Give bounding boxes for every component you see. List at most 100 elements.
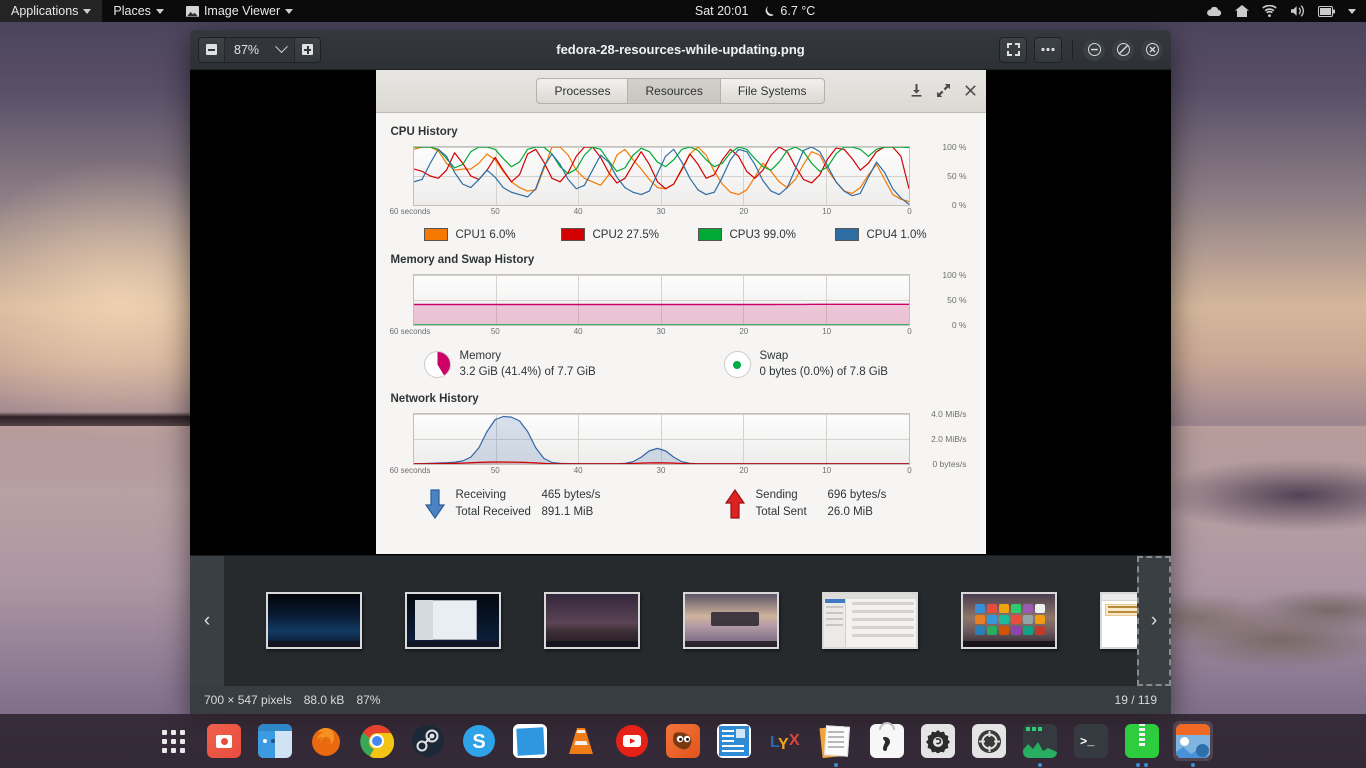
net-xtick-50: 50	[490, 466, 500, 476]
legend-label-cpu1: CPU1 6.0%	[455, 228, 516, 241]
total-received-value: 891.1 MiB	[541, 505, 594, 518]
dock-image-viewer[interactable]	[1173, 721, 1213, 767]
weather-indicator[interactable]: 6.7 °C	[756, 4, 823, 18]
dock-gimp[interactable]	[663, 721, 703, 761]
dock-system-monitor[interactable]	[1020, 721, 1060, 767]
app-grid-button[interactable]	[153, 721, 193, 761]
thumbnail-strip: ‹ ›	[190, 555, 1171, 686]
thumbnail-item-2[interactable]	[405, 592, 501, 649]
dock-software[interactable]	[867, 721, 907, 761]
volume-icon[interactable]	[1290, 5, 1305, 17]
zoom-in-button[interactable]	[294, 37, 321, 62]
thumbnail-item-1[interactable]	[266, 592, 362, 649]
dock-firefox[interactable]	[306, 721, 346, 761]
viewer-statusbar: 700 × 547 pixels 88.0 kB 87% 19 / 119	[190, 685, 1171, 714]
cpu-history-title: CPU History	[390, 126, 458, 138]
receiving-readout[interactable]: Receiving 465 bytes/s Total Received 891.1…	[424, 487, 724, 520]
legend-cpu3[interactable]: CPU3 99.0%	[697, 228, 835, 241]
dock-youtube[interactable]	[612, 721, 652, 761]
net-ytick-2: 2.0 MiB/s	[931, 434, 967, 445]
steam-icon	[412, 725, 444, 757]
memory-donut-icon	[423, 351, 451, 379]
dock-skype[interactable]: S	[459, 721, 499, 761]
thumbnail-item-5[interactable]	[822, 592, 918, 649]
net-ytick-4: 4.0 MiB/s	[931, 409, 967, 420]
net-xtick-30: 30	[656, 466, 666, 476]
mem-xtick-0: 0	[907, 327, 912, 336]
mem-xtick-40: 40	[573, 327, 583, 336]
dock-files[interactable]	[255, 721, 295, 761]
swap-value: 0 bytes (0.0%) of 7.8 GiB	[759, 365, 888, 378]
dock-chrome[interactable]	[357, 721, 397, 761]
chevron-down-icon[interactable]	[1348, 8, 1357, 14]
dock-settings[interactable]	[969, 721, 1009, 761]
close-button[interactable]	[1141, 38, 1163, 61]
displayed-image-system-monitor: Processes Resources File Systems CPU His…	[375, 70, 986, 554]
fullscreen-icon	[1006, 43, 1020, 56]
dock-vlc[interactable]	[561, 721, 601, 761]
maximize-icon	[1116, 43, 1130, 56]
cpu-x-axis: 60 seconds 50 40 30 20 10 0	[390, 206, 912, 219]
zoom-dropdown-button[interactable]	[268, 37, 295, 62]
lyx-icon: L Y X	[770, 732, 800, 753]
image-position: 19 / 119	[1114, 693, 1157, 707]
chevron-down-icon	[155, 8, 164, 14]
overflow-menu-icon	[1041, 47, 1055, 52]
dock-archive-manager[interactable]	[1122, 721, 1162, 767]
dock-terminal[interactable]: >_	[1071, 721, 1111, 761]
cloud-icon[interactable]	[1206, 6, 1222, 17]
cpu-legend: CPU1 6.0% CPU2 27.5% CPU3 99.0% CPU4 1.0…	[423, 228, 972, 241]
active-application-menu[interactable]: Image Viewer	[175, 0, 304, 22]
swap-donut-icon	[723, 351, 751, 379]
zoom-out-button[interactable]	[199, 37, 225, 62]
legend-label-cpu4: CPU4 1.0%	[866, 228, 927, 241]
system-tray	[1206, 5, 1366, 17]
dock-steam[interactable]	[408, 721, 448, 761]
places-menu-label: Places	[113, 4, 151, 18]
cpu-history-chart: 100 % 50 % 0 %	[412, 142, 967, 210]
thumbnail-item-3[interactable]	[544, 592, 640, 649]
mem-xtick-20: 20	[739, 327, 749, 336]
wifi-icon[interactable]	[1262, 5, 1277, 17]
battery-icon[interactable]	[1318, 5, 1336, 17]
legend-cpu1[interactable]: CPU1 6.0%	[423, 228, 561, 241]
home-icon[interactable]	[1235, 5, 1250, 17]
thumbnail-item-4[interactable]	[683, 592, 779, 649]
download-icon[interactable]	[911, 83, 922, 99]
fullscreen-button[interactable]	[999, 36, 1027, 63]
swap-readout[interactable]: Swap 0 bytes (0.0%) of 7.8 GiB	[723, 349, 888, 380]
net-xtick-20: 20	[739, 466, 749, 476]
dock-tweaks[interactable]	[918, 721, 958, 761]
maximize-button[interactable]	[1112, 38, 1134, 61]
close-icon[interactable]	[964, 84, 976, 98]
legend-cpu2[interactable]: CPU2 27.5%	[560, 228, 698, 241]
memory-readout[interactable]: Memory 3.2 GiB (41.4%) of 7.7 GiB	[423, 349, 724, 380]
tab-file-systems[interactable]: File Systems	[719, 78, 825, 104]
dock-ebook[interactable]	[714, 721, 754, 761]
total-sent-label: Total Sent	[755, 505, 807, 518]
sending-readout[interactable]: Sending 696 bytes/s Total Sent 26.0 MiB	[724, 487, 886, 520]
thumbnail-item-7[interactable]	[1100, 592, 1137, 649]
menu-button[interactable]	[1034, 36, 1062, 63]
minimize-button[interactable]	[1083, 38, 1105, 61]
legend-swatch-cpu3	[697, 228, 722, 241]
zoom-level-label: 87%	[225, 37, 269, 62]
mem-ytick-50: 50 %	[947, 295, 967, 305]
dock-documents[interactable]	[816, 721, 856, 767]
tab-processes[interactable]: Processes	[536, 78, 628, 104]
previous-image-button[interactable]: ‹	[190, 555, 224, 686]
dock-lyx[interactable]: L Y X	[765, 721, 805, 761]
thumbnail-item-6[interactable]	[961, 592, 1057, 649]
dock-screenshot[interactable]	[204, 721, 244, 761]
applications-menu[interactable]: Applications	[0, 0, 103, 22]
expand-icon[interactable]	[936, 83, 950, 99]
image-display-area[interactable]: Processes Resources File Systems CPU His…	[190, 70, 1171, 555]
tab-resources[interactable]: Resources	[627, 78, 720, 104]
cpu-xtick-10: 10	[822, 207, 832, 216]
places-menu[interactable]: Places	[102, 0, 175, 22]
legend-cpu4[interactable]: CPU4 1.0%	[834, 228, 972, 241]
down-arrow-icon	[424, 489, 446, 519]
clock[interactable]: Sat 20:01	[687, 4, 757, 18]
thumbnail-focus-outline	[1137, 556, 1171, 686]
dock-mail[interactable]	[510, 721, 550, 761]
